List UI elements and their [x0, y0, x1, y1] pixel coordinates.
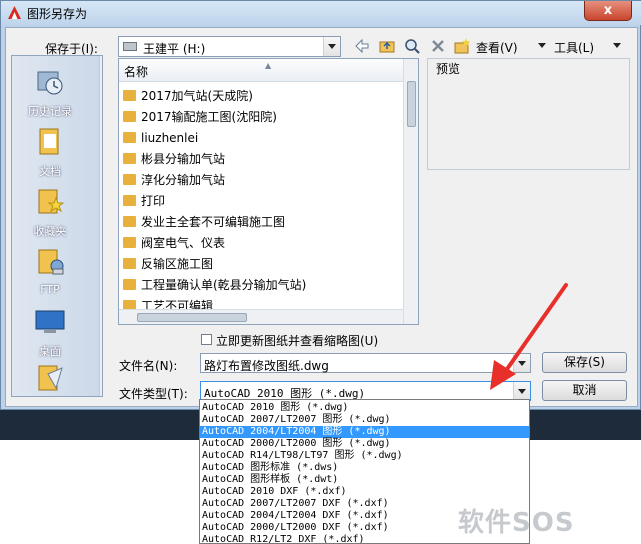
- preview-panel: 预览: [427, 58, 630, 170]
- filetype-option[interactable]: AutoCAD R14/LT98/LT97 图形 (*.dwg): [200, 450, 529, 462]
- place-more[interactable]: [12, 362, 88, 396]
- window-title: 图形另存为: [27, 7, 88, 21]
- folder-icon: [123, 90, 136, 101]
- chevron-down-icon[interactable]: [513, 382, 530, 400]
- place-ftp[interactable]: FTP: [12, 246, 88, 296]
- favorites-icon: [38, 189, 65, 214]
- place-favorites[interactable]: 收藏夹: [12, 186, 88, 239]
- search-web-icon[interactable]: [403, 37, 421, 55]
- folder-icon: [123, 132, 136, 143]
- drive-icon: [123, 42, 137, 51]
- delete-icon[interactable]: [429, 37, 447, 55]
- list-item[interactable]: 反输区施工图: [123, 254, 213, 275]
- folder-icon: [123, 174, 136, 185]
- list-item[interactable]: 淳化分输加气站: [123, 170, 225, 191]
- place-desktop-label: 桌面: [39, 345, 61, 358]
- place-documents[interactable]: 文档: [12, 126, 88, 179]
- tools-dropdown-icon[interactable]: [613, 43, 621, 48]
- place-favorites-label: 收藏夹: [33, 225, 67, 238]
- list-item[interactable]: 2017输配施工图(沈阳院): [123, 107, 277, 128]
- filename-input[interactable]: 路灯布置修改图纸.dwg: [200, 353, 531, 373]
- folder-icon: [123, 111, 136, 122]
- back-icon[interactable]: [353, 37, 371, 55]
- list-item[interactable]: 发业主全套不可编辑施工图: [123, 212, 285, 233]
- filetype-select[interactable]: AutoCAD 2010 图形 (*.dwg): [200, 381, 531, 401]
- filetype-option[interactable]: AutoCAD 2000/LT2000 图形 (*.dwg): [200, 438, 529, 450]
- ftp-icon: [38, 249, 64, 275]
- filename-value: 路灯布置修改图纸.dwg: [204, 359, 329, 373]
- folder-icon: [123, 279, 136, 290]
- column-header-name[interactable]: 名称 ▲: [119, 59, 403, 82]
- folder-icon: [123, 258, 136, 269]
- chevron-down-icon[interactable]: [513, 354, 530, 372]
- update-thumbnail-checkbox[interactable]: [201, 334, 212, 345]
- update-thumbnail-label: 立即更新图纸并查看缩略图(U): [216, 334, 379, 348]
- place-documents-label: 文档: [39, 165, 61, 178]
- list-item[interactable]: 2017加气站(天成院): [123, 86, 253, 107]
- filetype-option[interactable]: AutoCAD 图形样板 (*.dwt): [200, 474, 529, 486]
- up-folder-icon[interactable]: [378, 37, 396, 55]
- place-history[interactable]: 历史记录: [12, 66, 88, 119]
- folder-icon: [38, 365, 63, 391]
- place-desktop[interactable]: 桌面: [12, 306, 88, 359]
- scroll-thumb[interactable]: [407, 81, 416, 127]
- save-in-combo[interactable]: 王建平 (H:): [118, 36, 341, 57]
- filetype-option[interactable]: AutoCAD 图形标准 (*.dws): [200, 462, 529, 474]
- folder-icon: [123, 216, 136, 227]
- list-item[interactable]: 彬县分输加气站: [123, 149, 225, 170]
- tools-menu[interactable]: 工具(L): [554, 39, 594, 56]
- save-in-value: 王建平 (H:): [143, 42, 206, 56]
- filetype-option[interactable]: AutoCAD 2010 DXF (*.dxf): [200, 486, 529, 498]
- folder-icon: [123, 195, 136, 206]
- preview-label: 预览: [436, 62, 461, 76]
- autocad-icon: [8, 6, 21, 19]
- column-header-label: 名称: [124, 65, 149, 79]
- file-list-horizontal-scrollbar[interactable]: [119, 309, 403, 324]
- chevron-down-icon[interactable]: [323, 37, 340, 56]
- view-dropdown-icon[interactable]: [538, 43, 546, 48]
- places-scrollbar[interactable]: [99, 56, 102, 396]
- list-item[interactable]: 打印: [123, 191, 165, 212]
- folder-icon: [123, 237, 136, 248]
- list-item[interactable]: liuzhenlei: [123, 128, 198, 149]
- close-button[interactable]: x: [584, 1, 632, 21]
- list-item[interactable]: 工程量确认单(乾县分输加气站): [123, 275, 306, 296]
- filetype-option[interactable]: AutoCAD 2010 图形 (*.dwg): [200, 402, 529, 414]
- title-bar[interactable]: [1, 1, 641, 25]
- filetype-option[interactable]: AutoCAD 2007/LT2007 图形 (*.dwg): [200, 414, 529, 426]
- filetype-option-selected[interactable]: AutoCAD 2004/LT2004 图形 (*.dwg): [200, 426, 529, 438]
- scroll-thumb[interactable]: [137, 313, 247, 322]
- desktop-icon: [35, 310, 65, 333]
- file-list-vertical-scrollbar[interactable]: [403, 59, 418, 324]
- place-ftp-label: FTP: [40, 283, 60, 296]
- filename-label: 文件名(N):: [119, 359, 178, 373]
- history-icon: [37, 71, 63, 95]
- save-button[interactable]: 保存(S): [542, 352, 627, 373]
- cancel-button[interactable]: 取消: [542, 380, 627, 401]
- file-list[interactable]: 名称 ▲ 2017加气站(天成院) 2017输配施工图(沈阳院) liuzhen…: [118, 58, 419, 325]
- watermark: 软件SOS: [458, 508, 575, 538]
- places-bar: 历史记录 文档 收藏夹 FTP 桌面: [11, 55, 103, 397]
- save-dialog: 图形另存为 x 保存于(I): 王建平 (H:) 查看(V) 工具(L) 历史记…: [0, 0, 641, 410]
- filetype-label: 文件类型(T):: [119, 387, 188, 401]
- folder-icon: [123, 153, 136, 164]
- sort-up-icon: ▲: [265, 61, 272, 70]
- place-history-label: 历史记录: [28, 105, 72, 118]
- list-item[interactable]: 阀室电气、仪表: [123, 233, 225, 254]
- new-folder-icon[interactable]: [453, 37, 471, 55]
- view-menu[interactable]: 查看(V): [476, 39, 518, 56]
- documents-icon: [39, 128, 59, 155]
